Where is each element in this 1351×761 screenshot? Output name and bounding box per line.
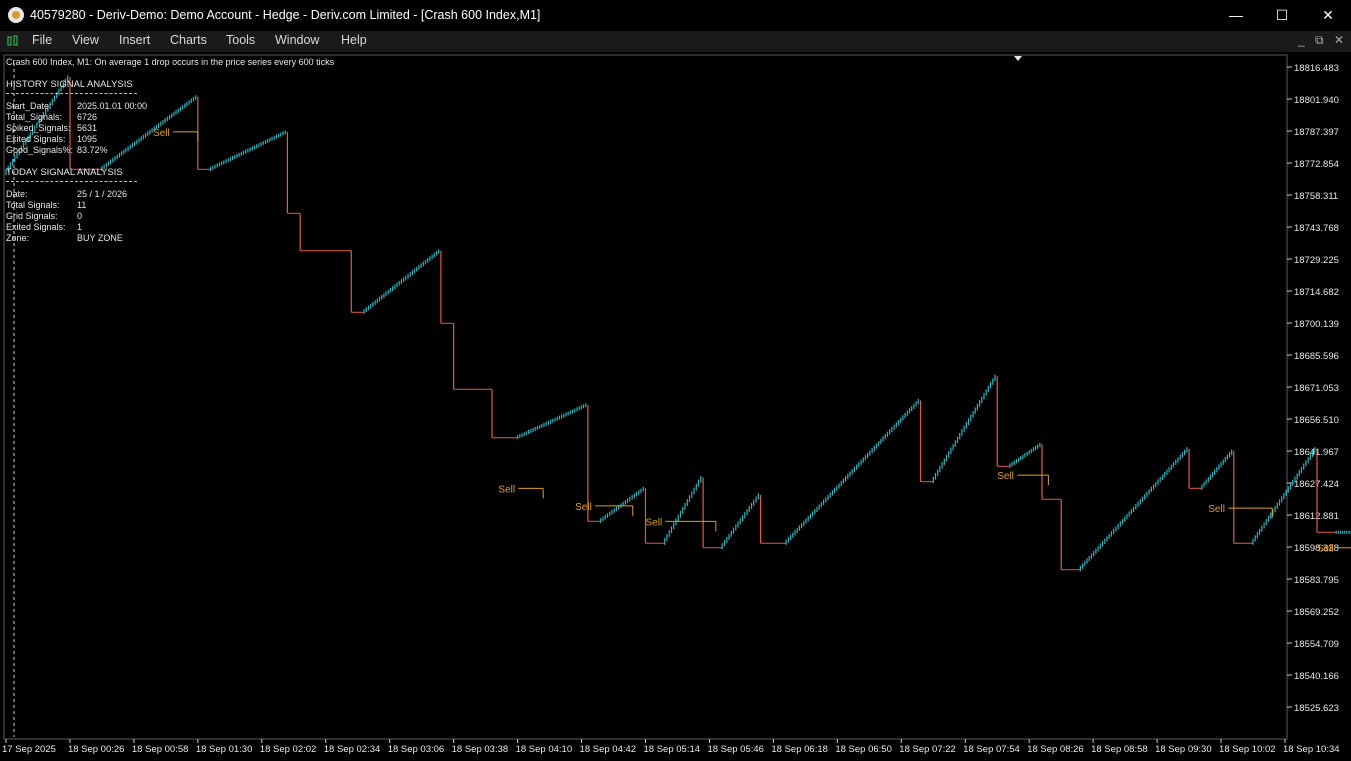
- sell-signal-label: Sell: [153, 128, 170, 139]
- x-tick-label: 18 Sep 02:34: [324, 744, 381, 755]
- x-tick-label: 18 Sep 07:54: [963, 744, 1020, 755]
- x-tick-label: 18 Sep 07:22: [899, 744, 956, 755]
- y-tick-label: 18685.596: [1294, 351, 1339, 362]
- history-divider: [6, 93, 137, 94]
- x-tick-label: 17 Sep 2025: [2, 744, 56, 755]
- y-tick-label: 18801.940: [1294, 95, 1339, 106]
- y-tick-label: 18714.682: [1294, 287, 1339, 298]
- y-tick-label: 18700.139: [1294, 319, 1339, 330]
- x-tick-label: 18 Sep 06:50: [835, 744, 892, 755]
- y-tick-label: 18816.483: [1294, 63, 1339, 74]
- sell-signal-label: Sell: [498, 484, 515, 495]
- y-tick-label: 18729.225: [1294, 255, 1339, 266]
- today-divider: [6, 181, 137, 182]
- y-tick-label: 18671.053: [1294, 383, 1339, 394]
- sell-signal-label: Sell: [1208, 504, 1225, 515]
- sell-signal-label: Sell: [1317, 544, 1334, 555]
- x-tick-label: 18 Sep 00:58: [132, 744, 189, 755]
- y-tick-label: 18787.397: [1294, 127, 1339, 138]
- x-tick-label: 18 Sep 00:26: [68, 744, 125, 755]
- x-tick-label: 18 Sep 04:42: [580, 744, 637, 755]
- x-tick-label: 18 Sep 05:14: [644, 744, 701, 755]
- y-tick-label: 18656.510: [1294, 415, 1339, 426]
- y-tick-label: 18525.623: [1294, 703, 1339, 714]
- chart-frame: [3, 54, 1288, 740]
- y-tick-label: 18772.854: [1294, 159, 1339, 170]
- price-chart[interactable]: 18816.483 18801.940 18787.397 18772.854 1875…: [0, 0, 1351, 761]
- sell-signal-label: Sell: [997, 471, 1014, 482]
- sell-signal-label: Sell: [646, 517, 663, 528]
- x-tick-label: 18 Sep 05:46: [707, 744, 764, 755]
- x-tick-label: 18 Sep 04:10: [516, 744, 573, 755]
- x-tick-label: 18 Sep 08:26: [1027, 744, 1084, 755]
- x-tick-label: 18 Sep 02:02: [260, 744, 317, 755]
- x-tick-label: 18 Sep 01:30: [196, 744, 253, 755]
- x-tick-label: 18 Sep 03:06: [388, 744, 445, 755]
- x-tick-label: 18 Sep 03:38: [452, 744, 509, 755]
- x-tick-label: 18 Sep 06:18: [771, 744, 828, 755]
- y-tick-label: 18569.252: [1294, 607, 1339, 618]
- y-tick-label: 18554.709: [1294, 639, 1339, 650]
- history-title: HISTORY SIGNAL ANALYSIS: [6, 79, 133, 90]
- x-tick-label: 18 Sep 10:02: [1219, 744, 1276, 755]
- x-tick-label: 18 Sep 09:30: [1155, 744, 1212, 755]
- today-title: TODAY SIGNAL ANALYSIS: [6, 167, 123, 178]
- chart-header: Crash 600 Index, M1: On average 1 drop o…: [6, 57, 335, 67]
- x-tick-label: 18 Sep 08:58: [1091, 744, 1148, 755]
- x-tick-label: 18 Sep 10:34: [1283, 744, 1340, 755]
- y-tick-label: 18743.768: [1294, 223, 1339, 234]
- y-tick-label: 18758.311: [1294, 191, 1338, 202]
- y-tick-label: 18583.795: [1294, 575, 1339, 586]
- sell-signal-label: Sell: [575, 502, 592, 513]
- y-tick-label: 18540.166: [1294, 671, 1339, 682]
